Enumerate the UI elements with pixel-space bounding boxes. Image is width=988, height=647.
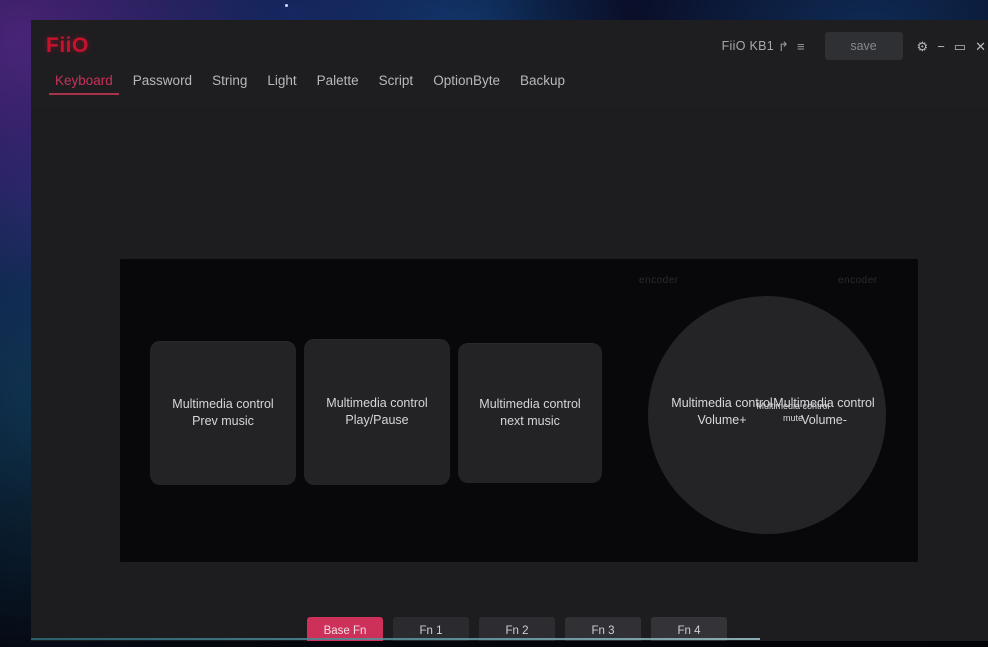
keycap-prev-music[interactable]: Multimedia control Prev music: [150, 341, 296, 485]
save-button[interactable]: save: [824, 32, 903, 60]
keyboard-layout-panel: Multimedia control Prev music Multimedia…: [120, 259, 918, 562]
device-name-label: FiiO KB1: [721, 39, 775, 53]
main-tab-bar: Keyboard Password String Light Palette S…: [31, 72, 988, 108]
keycap-play-pause-line1: Multimedia control: [326, 396, 428, 411]
dial-tick-left-label: encoder: [639, 275, 679, 286]
dial-action-volume-down[interactable]: Multimedia control Volume-: [744, 395, 904, 430]
keycap-next-music[interactable]: Multimedia control next music: [458, 343, 602, 483]
content-area: Multimedia control Prev music Multimedia…: [31, 108, 988, 641]
minimize-icon[interactable]: −: [937, 40, 945, 53]
maximize-icon[interactable]: ▭: [954, 40, 966, 53]
dial-tick-right-label: encoder: [838, 275, 878, 286]
close-icon[interactable]: ✕: [975, 40, 986, 53]
keycap-prev-music-line1: Multimedia control: [172, 397, 274, 412]
dial-volume-down-line1: Multimedia control: [773, 396, 875, 410]
rotary-encoder-dial[interactable]: Multimedia control Volume+ Multimedia co…: [648, 296, 886, 534]
wallpaper-star-speck: [285, 4, 288, 7]
titlebar: FiiO FiiO KB1 ↱ ≡ save ⚙ − ▭ ✕: [31, 20, 988, 72]
tab-script[interactable]: Script: [369, 72, 424, 95]
keycap-play-pause[interactable]: Multimedia control Play/Pause: [304, 339, 450, 485]
hamburger-menu-icon[interactable]: ≡: [793, 40, 809, 53]
tab-light[interactable]: Light: [257, 72, 306, 95]
tab-string[interactable]: String: [202, 72, 257, 95]
keycap-play-pause-line2: Play/Pause: [345, 413, 409, 427]
edit-device-name-icon[interactable]: ↱: [774, 40, 793, 53]
tab-keyboard[interactable]: Keyboard: [45, 72, 123, 95]
tab-palette[interactable]: Palette: [307, 72, 369, 95]
window-bottom-edge: [31, 638, 760, 640]
desktop-background: FiiO FiiO KB1 ↱ ≡ save ⚙ − ▭ ✕ Keyboard …: [0, 0, 988, 647]
tab-backup[interactable]: Backup: [510, 72, 575, 95]
fiio-logo: FiiO: [46, 34, 89, 57]
window-controls: ⚙ − ▭ ✕: [917, 40, 986, 53]
tab-optionbyte[interactable]: OptionByte: [423, 72, 510, 95]
settings-gear-icon[interactable]: ⚙: [917, 40, 929, 53]
fiio-keyboard-app-window: FiiO FiiO KB1 ↱ ≡ save ⚙ − ▭ ✕ Keyboard …: [31, 20, 988, 641]
keycap-prev-music-line2: Prev music: [192, 414, 254, 428]
keycap-next-music-line1: Multimedia control: [479, 397, 581, 412]
keycap-next-music-line2: next music: [500, 414, 560, 428]
dial-volume-down-line2: Volume-: [801, 413, 847, 428]
titlebar-right-cluster: FiiO KB1 ↱ ≡ save ⚙ − ▭ ✕: [722, 20, 988, 72]
tab-password[interactable]: Password: [123, 72, 202, 95]
